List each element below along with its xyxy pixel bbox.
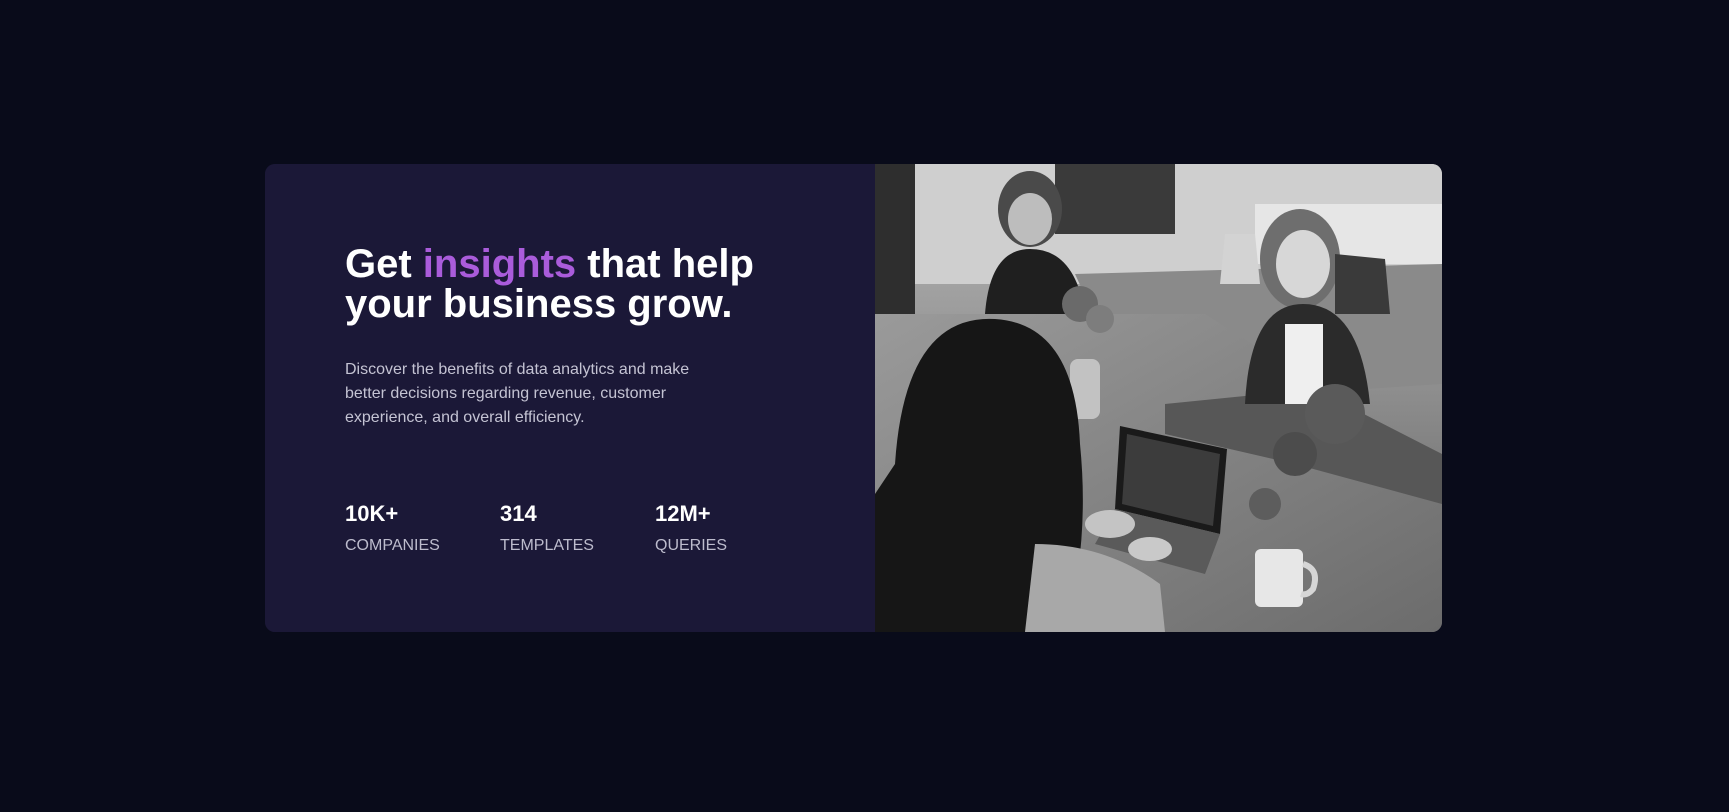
hero-card: Get insights that help your business gro… — [265, 164, 1442, 632]
stat-value: 314 — [500, 501, 537, 526]
stat-label: QUERIES — [655, 537, 728, 554]
stats-row: 10K+ COMPANIES 314 TEMPLATES 12M+ QUERIE… — [345, 502, 875, 556]
hero-description: Discover the benefits of data analytics … — [345, 361, 690, 426]
stat-value: 12M+ — [655, 501, 711, 526]
stat-value: 10K+ — [345, 501, 399, 526]
hero-heading: Get insights that help your business gro… — [345, 244, 785, 324]
office-photo-illustration — [875, 164, 1442, 632]
stat-companies: 10K+ COMPANIES — [345, 502, 500, 556]
office-team-photo — [875, 164, 1442, 632]
heading-accent-text: insights — [422, 242, 577, 286]
stat-queries: 12M+ QUERIES — [655, 502, 810, 556]
stat-templates: 314 TEMPLATES — [500, 502, 655, 556]
heading-text-start: Get — [345, 242, 423, 286]
hero-content: Get insights that help your business gro… — [265, 164, 875, 632]
stat-label: COMPANIES — [345, 537, 440, 554]
stat-label: TEMPLATES — [500, 537, 594, 554]
